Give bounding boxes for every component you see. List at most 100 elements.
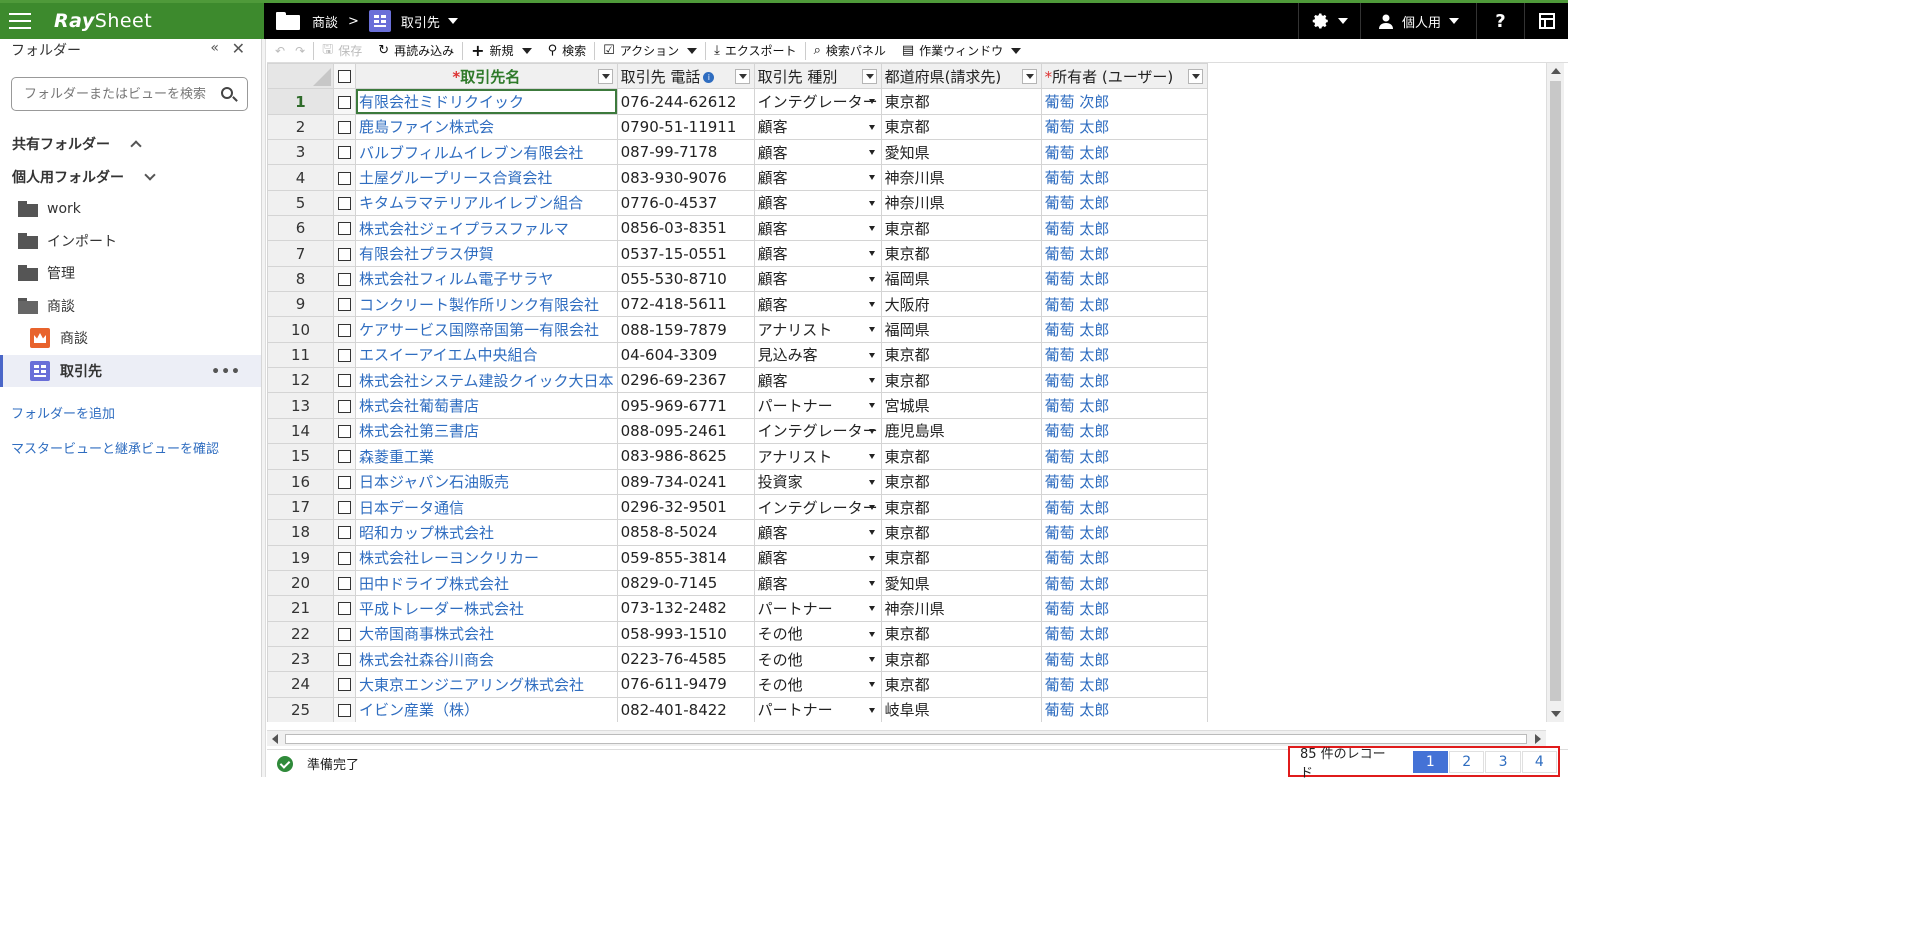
owner-cell[interactable]: 葡萄 太郎 xyxy=(1040,113,1208,141)
type-cell[interactable]: アナリスト xyxy=(753,316,882,343)
cell-dropdown-icon[interactable] xyxy=(868,226,875,232)
type-cell[interactable]: アナリスト xyxy=(753,443,882,470)
row-number[interactable]: 12 xyxy=(267,367,334,394)
undo-button[interactable]: ↶ xyxy=(267,39,293,63)
row-number[interactable]: 21 xyxy=(267,595,334,622)
chevron-down-icon[interactable] xyxy=(521,47,532,54)
account-name-cell[interactable]: 有限会社ミドリクイック xyxy=(355,88,618,115)
prefecture-cell[interactable]: 東京都 xyxy=(880,493,1042,521)
prefecture-cell[interactable]: 東京都 xyxy=(880,240,1042,267)
cell-dropdown-icon[interactable] xyxy=(868,656,875,662)
account-name-cell[interactable]: 有限会社プラス伊賀 xyxy=(355,240,618,267)
prefecture-cell[interactable]: 神奈川県 xyxy=(880,595,1042,622)
redo-button[interactable]: ↷ xyxy=(293,39,313,63)
row-number[interactable]: 10 xyxy=(267,316,334,343)
collapse-icon[interactable]: « xyxy=(210,40,219,56)
cell-dropdown-icon[interactable] xyxy=(868,580,875,586)
account-name-cell[interactable]: イビン産業（株） xyxy=(355,696,618,722)
owner-cell[interactable]: 葡萄 次郎 xyxy=(1040,88,1208,115)
owner-cell[interactable]: 葡萄 太郎 xyxy=(1040,265,1208,293)
phone-cell[interactable]: 076-244-62612 xyxy=(616,88,755,115)
table-row[interactable]: 19 株式会社レーヨンクリカー 059-855-3814 顧客 東京都 葡萄 太郎 xyxy=(267,544,1226,571)
sidebar-item-work[interactable]: work xyxy=(0,193,261,225)
table-row[interactable]: 20 田中ドライブ株式会社 0829-0-7145 顧客 愛知県 葡萄 太郎 xyxy=(267,569,1226,597)
table-row[interactable]: 24 大東京エンジニアリング株式会社 076-611-9479 その他 東京都 葡萄 太郎 xyxy=(267,671,1226,698)
row-checkbox[interactable] xyxy=(338,120,351,134)
scroll-up-icon[interactable] xyxy=(1551,68,1561,74)
owner-cell[interactable]: 葡萄 太郎 xyxy=(1040,544,1208,571)
table-row[interactable]: 15 森菱重工業 083-986-8625 アナリスト 東京都 葡萄 太郎 xyxy=(267,443,1226,470)
filter-dropdown-icon[interactable] xyxy=(861,69,877,84)
type-cell[interactable]: 顧客 xyxy=(753,189,882,217)
type-cell[interactable]: 顧客 xyxy=(753,265,882,293)
row-checkbox[interactable] xyxy=(338,678,351,692)
scroll-down-icon[interactable] xyxy=(1551,711,1561,717)
new-button[interactable]: + 新規 xyxy=(463,39,539,63)
type-cell[interactable]: パートナー xyxy=(753,595,882,622)
type-cell[interactable]: 顧客 xyxy=(753,569,882,597)
sidebar-splitter[interactable] xyxy=(262,39,266,777)
column-header-owner[interactable]: *所有者 (ユーザー) xyxy=(1040,63,1208,90)
folder-search-input[interactable] xyxy=(24,86,214,102)
sidebar-item-deals-folder[interactable]: 商談 xyxy=(0,290,261,322)
page-button-3[interactable]: 3 xyxy=(1485,750,1521,773)
owner-cell[interactable]: 葡萄 太郎 xyxy=(1040,519,1208,546)
account-name-cell[interactable]: エスイーアイエム中央組合 xyxy=(355,341,618,369)
type-cell[interactable]: インテグレーター xyxy=(753,88,882,115)
row-number[interactable]: 6 xyxy=(267,215,334,242)
row-checkbox[interactable] xyxy=(338,551,351,565)
row-checkbox[interactable] xyxy=(338,146,351,160)
account-name-cell[interactable]: ケアサービス国際帝国第一有限会社 xyxy=(355,316,618,343)
account-name-cell[interactable]: 株式会社葡萄書店 xyxy=(355,392,618,419)
table-row[interactable]: 3 バルブフィルムイレブン有限会社 087-99-7178 顧客 愛知県 葡萄 太郎 xyxy=(267,139,1226,166)
phone-cell[interactable]: 089-734-0241 xyxy=(616,468,755,495)
phone-cell[interactable]: 0858-8-5024 xyxy=(616,519,755,546)
table-row[interactable]: 1 有限会社ミドリクイック 076-244-62612 インテグレーター 東京都 葡萄 次… xyxy=(267,88,1226,115)
row-checkbox[interactable] xyxy=(338,323,351,337)
type-cell[interactable]: 見込み客 xyxy=(753,341,882,369)
shared-folders-header[interactable]: 共有フォルダー xyxy=(12,134,142,154)
phone-cell[interactable]: 0790-51-11911 xyxy=(616,113,755,141)
owner-cell[interactable]: 葡萄 太郎 xyxy=(1040,595,1208,622)
row-number[interactable]: 14 xyxy=(267,417,334,445)
row-checkbox[interactable] xyxy=(338,374,351,388)
table-row[interactable]: 4 土屋グループリース合資会社 083-930-9076 顧客 神奈川県 葡萄 太郎 xyxy=(267,164,1226,191)
phone-cell[interactable]: 083-930-9076 xyxy=(616,164,755,191)
owner-cell[interactable]: 葡萄 太郎 xyxy=(1040,696,1208,722)
row-checkbox[interactable] xyxy=(338,298,351,312)
row-checkbox[interactable] xyxy=(338,399,351,413)
vertical-scrollbar[interactable] xyxy=(1546,63,1564,722)
filter-dropdown-icon[interactable] xyxy=(1187,69,1203,84)
prefecture-cell[interactable]: 岐阜県 xyxy=(880,696,1042,722)
scroll-right-icon[interactable] xyxy=(1535,734,1541,744)
sidebar-item-import[interactable]: インポート xyxy=(0,225,261,257)
cell-dropdown-icon[interactable] xyxy=(868,175,875,181)
page-button-2[interactable]: 2 xyxy=(1449,750,1485,773)
phone-cell[interactable]: 083-986-8625 xyxy=(616,443,755,470)
owner-cell[interactable]: 葡萄 太郎 xyxy=(1040,240,1208,267)
cell-dropdown-icon[interactable] xyxy=(868,327,875,333)
table-row[interactable]: 18 昭和カップ株式会社 0858-8-5024 顧客 東京都 葡萄 太郎 xyxy=(267,519,1226,546)
prefecture-cell[interactable]: 東京都 xyxy=(880,88,1042,115)
account-name-cell[interactable]: 株式会社フィルム電子サラヤ xyxy=(355,265,618,293)
breadcrumb-folder[interactable]: 商談 xyxy=(312,12,338,31)
cell-dropdown-icon[interactable] xyxy=(868,631,875,637)
owner-cell[interactable]: 葡萄 太郎 xyxy=(1040,493,1208,521)
account-name-cell[interactable]: 株式会社レーヨンクリカー xyxy=(355,544,618,571)
column-header-prefecture[interactable]: 都道府県(請求先) xyxy=(880,63,1042,90)
phone-cell[interactable]: 088-095-2461 xyxy=(616,417,755,445)
row-number[interactable]: 16 xyxy=(267,468,334,495)
owner-cell[interactable]: 葡萄 太郎 xyxy=(1040,367,1208,394)
table-row[interactable]: 5 キタムラマテリアルイレブン組合 0776-0-4537 顧客 神奈川県 葡萄 太郎 xyxy=(267,189,1226,217)
owner-cell[interactable]: 葡萄 太郎 xyxy=(1040,468,1208,495)
owner-cell[interactable]: 葡萄 太郎 xyxy=(1040,443,1208,470)
cell-dropdown-icon[interactable] xyxy=(868,606,875,612)
type-cell[interactable]: 顧客 xyxy=(753,139,882,166)
row-checkbox[interactable] xyxy=(338,602,351,616)
phone-cell[interactable]: 0829-0-7145 xyxy=(616,569,755,597)
phone-cell[interactable]: 0296-69-2367 xyxy=(616,367,755,394)
prefecture-cell[interactable]: 東京都 xyxy=(880,645,1042,673)
table-row[interactable]: 17 日本データ通信 0296-32-9501 インテグレーター 東京都 葡萄 太郎 xyxy=(267,493,1226,521)
type-cell[interactable]: その他 xyxy=(753,645,882,673)
reload-button[interactable]: ↻ 再読み込み xyxy=(370,39,462,63)
